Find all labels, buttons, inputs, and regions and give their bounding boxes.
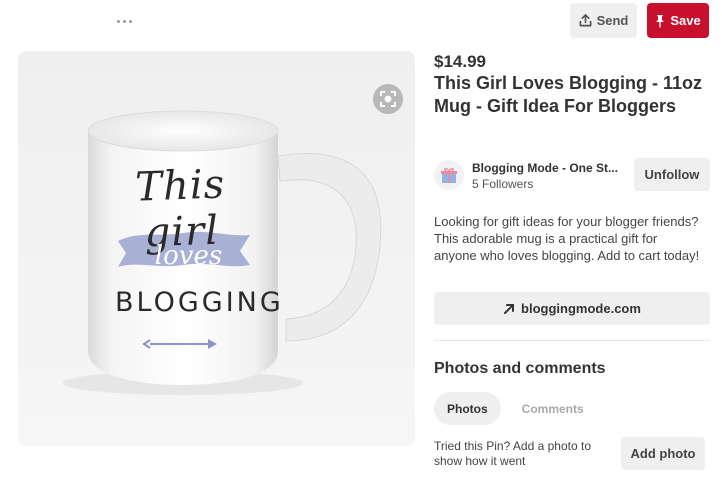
pin-image[interactable]: This girl loves BLOGGING [18, 51, 415, 446]
more-dots-icon [128, 19, 132, 23]
mug-text-line3: BLOGGING [115, 287, 284, 318]
board-name[interactable]: Blogging Mode - One St... [472, 161, 630, 175]
save-label: Save [670, 13, 701, 28]
comments-heading: Photos and comments [434, 360, 606, 377]
more-dots-icon [116, 19, 120, 23]
add-photo-button[interactable]: Add photo [621, 437, 705, 470]
board-followers: 5 Followers [472, 177, 534, 191]
pin-price: $14.99 [434, 52, 486, 71]
pushpin-icon [656, 14, 665, 27]
mug-text-line2: loves [154, 241, 223, 271]
source-link-label: bloggingmode.com [521, 301, 641, 316]
source-link-button[interactable]: bloggingmode.com [434, 292, 710, 325]
arrow-up-right-icon [504, 303, 515, 314]
board-avatar[interactable] [434, 160, 464, 190]
board-row: Blogging Mode - One St... 5 Followers Un… [434, 158, 710, 192]
tab-photos[interactable]: Photos [434, 392, 501, 425]
top-actions: Send Save [570, 3, 709, 38]
more-options-button[interactable] [112, 12, 136, 30]
more-dots-icon [122, 19, 126, 23]
comments-tabs: Photos Comments [434, 392, 597, 425]
gift-icon [441, 168, 457, 183]
pin-title[interactable]: This Girl Loves Blogging - 11oz Mug - Gi… [434, 72, 704, 118]
send-label: Send [596, 13, 629, 28]
tab-comments[interactable]: Comments [509, 392, 597, 425]
tried-pin-prompt: Tried this Pin? Add a photo to show how … [434, 439, 591, 468]
visual-search-button[interactable] [373, 84, 403, 114]
send-button[interactable]: Send [570, 3, 637, 38]
visual-search-icon [380, 91, 396, 107]
share-upload-icon [579, 14, 592, 27]
unfollow-button[interactable]: Unfollow [634, 158, 710, 191]
section-divider [434, 340, 710, 341]
save-button[interactable]: Save [647, 3, 709, 38]
pin-description: Looking for gift ideas for your blogger … [434, 214, 700, 263]
